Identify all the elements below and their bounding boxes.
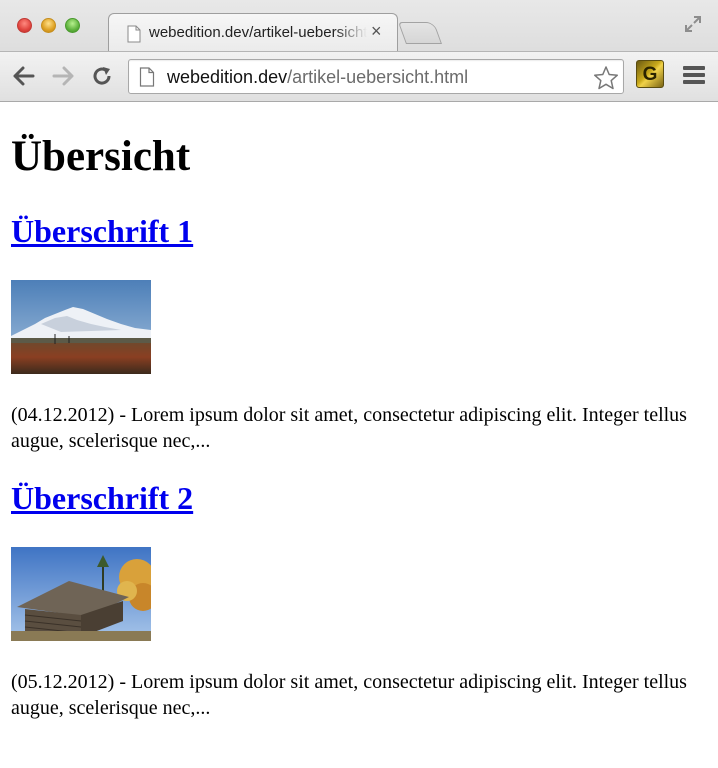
toolbar: webedition.dev/artikel-uebersicht.html — [0, 51, 718, 101]
article-headline-link[interactable]: Überschrift 1 — [11, 212, 193, 250]
mountain-landscape-image[interactable] — [11, 280, 151, 374]
article-date: (04.12.2012) — [11, 404, 115, 426]
browser-chrome: webedition.dev/artikel-uebersicht.html × — [0, 0, 718, 102]
log-cabin-image[interactable] — [11, 547, 151, 641]
forward-arrow-icon[interactable] — [52, 66, 74, 91]
page-icon — [139, 67, 155, 92]
fullscreen-icon[interactable] — [683, 14, 703, 39]
page-title: Übersicht — [11, 133, 191, 180]
url-host: webedition.dev — [167, 67, 288, 87]
page-content: Übersicht Überschrift 1 (04.12.2012) - L… — [0, 102, 718, 768]
minimize-window-button[interactable] — [41, 18, 56, 33]
article-teaser: (04.12.2012) - Lorem ipsum dolor sit ame… — [11, 402, 711, 454]
page-favicon-icon — [127, 25, 141, 48]
article-headline-link[interactable]: Überschrift 2 — [11, 479, 193, 517]
url-text: webedition.dev/artikel-uebersicht.html — [167, 67, 468, 88]
menu-icon[interactable] — [682, 65, 706, 90]
new-tab-button[interactable] — [397, 22, 443, 44]
address-bar[interactable]: webedition.dev/artikel-uebersicht.html — [128, 59, 624, 94]
browser-tab[interactable]: webedition.dev/artikel-uebersicht.html × — [108, 13, 398, 51]
article-date: (05.12.2012) — [11, 671, 115, 693]
url-path: /artikel-uebersicht.html — [287, 67, 469, 87]
extension-g-icon[interactable]: G — [636, 60, 664, 88]
teaser-separator: - — [114, 671, 131, 693]
close-window-button[interactable] — [17, 18, 32, 33]
tab-close-icon[interactable]: × — [371, 21, 382, 41]
reload-icon[interactable] — [91, 65, 113, 92]
zoom-window-button[interactable] — [65, 18, 80, 33]
back-arrow-icon[interactable] — [13, 66, 35, 91]
teaser-separator: - — [114, 404, 131, 426]
article-teaser: (05.12.2012) - Lorem ipsum dolor sit ame… — [11, 669, 711, 721]
tab-title: webedition.dev/artikel-uebersicht.html — [149, 24, 367, 41]
star-icon[interactable] — [593, 65, 619, 96]
